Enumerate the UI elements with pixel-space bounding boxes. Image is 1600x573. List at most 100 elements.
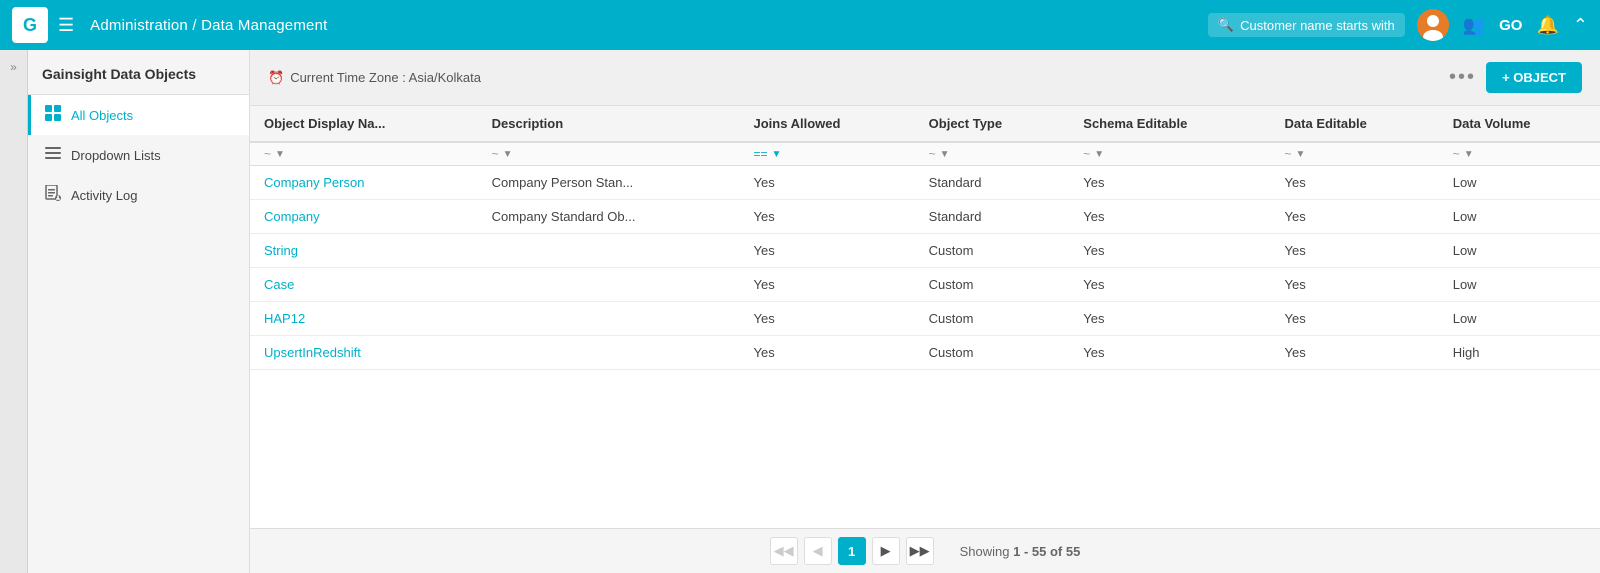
col-header-object-type[interactable]: Object Type <box>915 106 1070 142</box>
row-data-editable: Yes <box>1271 166 1439 200</box>
table-row: UpsertInRedshiftYesCustomYesYesHigh <box>250 336 1600 370</box>
row-object-type: Standard <box>915 200 1070 234</box>
row-object-type: Custom <box>915 302 1070 336</box>
chevron-up-icon[interactable]: ⌃ <box>1573 15 1588 36</box>
list-icon <box>45 145 61 165</box>
filter-joins[interactable]: == ▼ <box>740 142 915 166</box>
col-header-data-volume[interactable]: Data Volume <box>1439 106 1600 142</box>
table-header-row: Object Display Na... Description Joins A… <box>250 106 1600 142</box>
timezone-text: Current Time Zone : Asia/Kolkata <box>290 70 481 85</box>
row-data-editable: Yes <box>1271 302 1439 336</box>
row-data-volume: High <box>1439 336 1600 370</box>
table-row: CaseYesCustomYesYesLow <box>250 268 1600 302</box>
grid-icon <box>45 105 61 125</box>
row-description <box>478 302 740 336</box>
row-joins-allowed: Yes <box>740 302 915 336</box>
first-page-button[interactable]: ◀◀ <box>770 537 798 565</box>
data-table-container: Object Display Na... Description Joins A… <box>250 106 1600 528</box>
row-object-name[interactable]: Company <box>250 200 478 234</box>
activity-log-label: Activity Log <box>71 188 137 203</box>
main-layout: » Gainsight Data Objects All Objects <box>0 50 1600 573</box>
filter-data-volume[interactable]: ~ ▼ <box>1439 142 1600 166</box>
search-bar[interactable]: 🔍 Customer name starts with <box>1208 13 1405 37</box>
row-schema-editable: Yes <box>1069 200 1270 234</box>
row-schema-editable: Yes <box>1069 302 1270 336</box>
row-data-volume: Low <box>1439 166 1600 200</box>
filter-object-type[interactable]: ~ ▼ <box>915 142 1070 166</box>
row-object-name[interactable]: HAP12 <box>250 302 478 336</box>
main-content: ⏰ Current Time Zone : Asia/Kolkata ••• +… <box>250 50 1600 573</box>
table-row: StringYesCustomYesYesLow <box>250 234 1600 268</box>
showing-range: 1 - 55 of 55 <box>1013 544 1080 559</box>
filter-schema[interactable]: ~ ▼ <box>1069 142 1270 166</box>
filter-data-editable[interactable]: ~ ▼ <box>1271 142 1439 166</box>
hamburger-icon[interactable]: ☰ <box>58 15 74 36</box>
row-object-type: Custom <box>915 268 1070 302</box>
activity-log-icon <box>45 185 61 205</box>
row-data-volume: Low <box>1439 200 1600 234</box>
breadcrumb: Administration / Data Management <box>90 17 327 34</box>
filter-name[interactable]: ~ ▼ <box>250 142 478 166</box>
row-description <box>478 336 740 370</box>
row-object-name[interactable]: Case <box>250 268 478 302</box>
top-navigation: G ☰ Administration / Data Management 🔍 C… <box>0 0 1600 50</box>
next-page-button[interactable]: ▶ <box>872 537 900 565</box>
row-schema-editable: Yes <box>1069 234 1270 268</box>
add-object-button[interactable]: + OBJECT <box>1486 62 1582 93</box>
left-navigation: Gainsight Data Objects All Objects <box>28 50 250 573</box>
row-object-name[interactable]: Company Person <box>250 166 478 200</box>
sidebar-collapse-icon[interactable]: » <box>10 60 17 74</box>
col-header-joins[interactable]: Joins Allowed <box>740 106 915 142</box>
table-body: Company PersonCompany Person Stan...YesS… <box>250 166 1600 370</box>
row-schema-editable: Yes <box>1069 166 1270 200</box>
row-object-name[interactable]: String <box>250 234 478 268</box>
row-description: Company Standard Ob... <box>478 200 740 234</box>
search-icon: 🔍 <box>1218 17 1234 33</box>
last-page-button[interactable]: ▶▶ <box>906 537 934 565</box>
row-data-volume: Low <box>1439 268 1600 302</box>
timezone-info: ⏰ Current Time Zone : Asia/Kolkata <box>268 70 481 86</box>
sidebar-toggle-panel: » <box>0 50 28 573</box>
pagination-showing: Showing 1 - 55 of 55 <box>960 544 1081 559</box>
pagination-bar: ◀◀ ◀ 1 ▶ ▶▶ Showing 1 - 55 of 55 <box>250 528 1600 573</box>
row-joins-allowed: Yes <box>740 166 915 200</box>
nav-icons: 👥 GO 🔔 ⌃ <box>1417 9 1588 41</box>
search-placeholder: Customer name starts with <box>1240 18 1395 33</box>
people-icon[interactable]: 👥 <box>1463 15 1485 36</box>
row-data-editable: Yes <box>1271 336 1439 370</box>
row-joins-allowed: Yes <box>740 268 915 302</box>
sidebar-item-activity-log[interactable]: Activity Log <box>28 175 249 215</box>
more-options-button[interactable]: ••• <box>1449 66 1476 89</box>
col-header-name[interactable]: Object Display Na... <box>250 106 478 142</box>
all-objects-label: All Objects <box>71 108 133 123</box>
row-description <box>478 268 740 302</box>
bell-icon[interactable]: 🔔 <box>1536 15 1558 36</box>
row-object-name[interactable]: UpsertInRedshift <box>250 336 478 370</box>
app-logo: G <box>12 7 48 43</box>
row-object-type: Custom <box>915 336 1070 370</box>
table-row: Company PersonCompany Person Stan...YesS… <box>250 166 1600 200</box>
table-filter-row: ~ ▼ ~ ▼ == <box>250 142 1600 166</box>
sidebar-item-dropdown-lists[interactable]: Dropdown Lists <box>28 135 249 175</box>
showing-label: Showing <box>960 544 1010 559</box>
col-header-data-editable[interactable]: Data Editable <box>1271 106 1439 142</box>
row-schema-editable: Yes <box>1069 336 1270 370</box>
avatar[interactable] <box>1417 9 1449 41</box>
prev-page-button[interactable]: ◀ <box>804 537 832 565</box>
row-object-type: Custom <box>915 234 1070 268</box>
left-nav-title: Gainsight Data Objects <box>28 50 249 95</box>
clock-icon: ⏰ <box>268 70 284 86</box>
row-data-editable: Yes <box>1271 268 1439 302</box>
row-description: Company Person Stan... <box>478 166 740 200</box>
data-table: Object Display Na... Description Joins A… <box>250 106 1600 370</box>
row-schema-editable: Yes <box>1069 268 1270 302</box>
filter-description[interactable]: ~ ▼ <box>478 142 740 166</box>
row-joins-allowed: Yes <box>740 336 915 370</box>
table-row: HAP12YesCustomYesYesLow <box>250 302 1600 336</box>
page-1-button[interactable]: 1 <box>838 537 866 565</box>
col-header-description[interactable]: Description <box>478 106 740 142</box>
dropdown-lists-label: Dropdown Lists <box>71 148 161 163</box>
go-button[interactable]: GO <box>1499 17 1522 34</box>
col-header-schema[interactable]: Schema Editable <box>1069 106 1270 142</box>
sidebar-item-all-objects[interactable]: All Objects <box>28 95 249 135</box>
